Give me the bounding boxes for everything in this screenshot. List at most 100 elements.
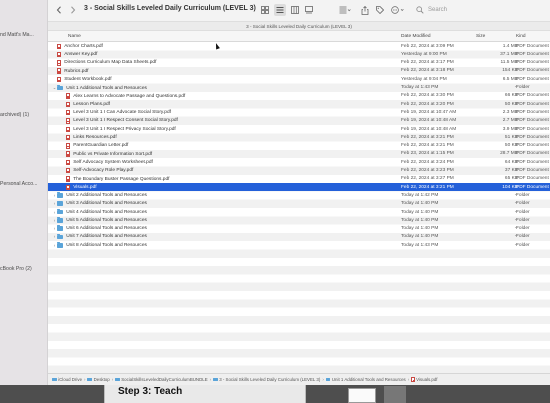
folder-row[interactable]: › Unit 6 Additional Tools and Resources To…: [48, 225, 550, 233]
breadcrumb-item[interactable]: Unit 1 Additional Tools and Resources: [325, 377, 406, 382]
icon-view-button[interactable]: [260, 4, 270, 16]
breadcrumb-label: 3 - Social Skills Leveled Daily Curricul…: [219, 377, 321, 382]
breadcrumb-item[interactable]: SocialSkillsLeveledDailyCurriculumBUNDLE: [115, 377, 208, 382]
folder-row[interactable]: ⌄ Unit 1 Additional Tools and Resources To…: [48, 83, 550, 91]
row-name: Self Advocacy System Worksheet.pdf: [61, 159, 153, 166]
row-label: Unit 1 Additional Tools and Resources: [66, 85, 147, 91]
column-size-header[interactable]: Size: [476, 34, 485, 39]
row-label: Level 3 Unit 1 I Can Advocate Social Sto…: [73, 110, 171, 116]
row-kind: PDF Document: [516, 143, 549, 149]
file-row[interactable]: Answer Key.pdf Yesterday at 9:00 PM 37.1 M…: [48, 50, 550, 58]
file-row[interactable]: Lesson Plans.pdf Feb 22, 2024 at 3:20 PM 5…: [48, 100, 550, 108]
row-name: › Unit 3 Additional Tools and Resources: [52, 200, 147, 206]
gallery-view-button[interactable]: [304, 4, 314, 16]
file-row[interactable]: Directions Curriculum Map Data Sheets.pd…: [48, 59, 550, 67]
breadcrumb-label: SocialSkillsLeveledDailyCurriculumBUNDLE: [121, 377, 208, 382]
pdf-file-icon: [66, 151, 71, 157]
file-row[interactable]: Student Workbook.pdf Yesterday at 9:04 PM…: [48, 75, 550, 83]
file-row[interactable]: Alex Learns to Advocate Passage and Ques…: [48, 92, 550, 100]
list-view-button[interactable]: [274, 4, 286, 16]
row-name: ⌄ Unit 1 Additional Tools and Resources: [52, 84, 147, 91]
file-row[interactable]: The Boundary Buster Passage Questions.pd…: [48, 175, 550, 183]
search-field[interactable]: Search: [416, 4, 544, 16]
row-size: --: [514, 217, 518, 223]
row-size: 50 KB: [504, 101, 518, 107]
file-row[interactable]: Rubrics.pdf Feb 22, 2024 at 3:18 PM 154 KB…: [48, 67, 550, 75]
row-date: Feb 22, 2024 at 3:23 PM: [401, 168, 454, 174]
sidebar-item-2[interactable]: Personal Acco...: [0, 181, 38, 187]
file-row[interactable]: Visuals.pdf Feb 22, 2024 at 3:21 PM 104 KB…: [48, 183, 550, 192]
row-date: Feb 22, 2024 at 3:21 PM: [401, 184, 454, 190]
file-row[interactable]: Anchor Charts.pdf Feb 22, 2024 at 3:09 PM…: [48, 42, 550, 50]
pdf-file-icon: [57, 51, 62, 58]
file-row[interactable]: ParentGuardian Letter.pdf Feb 22, 2024 at…: [48, 142, 550, 150]
breadcrumb-item[interactable]: 3 - Social Skills Leveled Daily Curricul…: [213, 377, 320, 382]
row-date: Today at 1:43 PM: [401, 242, 439, 248]
row-label: Visuals.pdf: [73, 184, 97, 190]
file-row[interactable]: Public vs Private Information Sort.pdf Fe…: [48, 150, 550, 158]
breadcrumb: iCloud Drive › Desktop › SocialSkillsLeveled…: [48, 373, 550, 385]
row-name: › Unit 4 Additional Tools and Resources: [52, 208, 147, 215]
row-date: Feb 22, 2024 at 3:21 PM: [401, 143, 454, 149]
folder-row[interactable]: › Unit 4 Additional Tools and Resources To…: [48, 208, 550, 216]
row-size: 37 KB: [504, 168, 518, 174]
row-kind: Folder: [516, 217, 530, 223]
file-row[interactable]: Level 3 Unit 1 I Can Advocate Social Sto…: [48, 108, 550, 116]
row-kind: Folder: [516, 209, 530, 215]
breadcrumb-label: Unit 1 Additional Tools and Resources: [331, 377, 406, 382]
pdf-file-icon: [66, 184, 71, 191]
folder-icon: [213, 377, 218, 382]
row-date: Today at 1:40 PM: [401, 234, 439, 240]
row-label: Unit 6 Additional Tools and Resources: [66, 226, 147, 232]
ellipsis-icon: [391, 6, 404, 14]
row-label: ParentGuardian Letter.pdf: [73, 143, 129, 149]
column-view-button[interactable]: [290, 4, 300, 16]
file-row[interactable]: Level 3 Unit 1 I Respect Consent Social …: [48, 117, 550, 125]
file-row[interactable]: Self Advocacy System Worksheet.pdf Feb 22…: [48, 158, 550, 166]
file-row[interactable]: Self-Advocacy Role Play.pdf Feb 22, 2024 …: [48, 166, 550, 174]
search-placeholder: Search: [428, 7, 448, 13]
breadcrumb-label: iCloud Drive: [58, 377, 83, 382]
file-row[interactable]: Links Resources.pdf Feb 22, 2024 at 3:21 …: [48, 133, 550, 141]
sidebar-item-1[interactable]: archived) (1): [0, 112, 29, 118]
row-size: --: [514, 201, 518, 207]
column-name-header[interactable]: Name: [68, 34, 81, 39]
row-label: Level 3 Unit 1 I Respect Consent Social …: [73, 118, 178, 124]
row-label: Lesson Plans.pdf: [73, 101, 110, 107]
breadcrumb-item[interactable]: iCloud Drive: [52, 377, 82, 382]
row-size: --: [514, 85, 518, 91]
pdf-file-icon: [57, 76, 62, 83]
row-label: Level 3 Unit 1 I Respect Privacy Social …: [73, 126, 176, 132]
chevron-left-icon: [56, 6, 61, 14]
folder-row[interactable]: › Unit 8 Additional Tools and Resources To…: [48, 241, 550, 249]
breadcrumb-item[interactable]: Desktop: [87, 377, 110, 382]
row-label: Answer Key.pdf: [64, 52, 98, 58]
folder-row[interactable]: › Unit 2 Additional Tools and Resources To…: [48, 191, 550, 199]
path-title-bar: 3 - Social Skills Leveled Daily Curricul…: [48, 21, 550, 31]
column-header: Name Date Modified Size Kind: [48, 31, 550, 42]
sidebar-item-3[interactable]: cBook Pro (2): [0, 266, 32, 272]
row-label: Anchor Charts.pdf: [64, 43, 103, 49]
column-kind-header[interactable]: Kind: [516, 34, 526, 39]
row-name: The Boundary Buster Passage Questions.pd…: [61, 176, 169, 182]
row-date: Feb 22, 2024 at 3:24 PM: [401, 159, 454, 165]
share-button[interactable]: [360, 4, 370, 16]
tag-button[interactable]: [375, 4, 385, 16]
breadcrumb-separator-icon: ›: [209, 377, 212, 382]
back-button[interactable]: [54, 4, 64, 16]
group-button[interactable]: [338, 4, 352, 16]
folder-row[interactable]: › Unit 7 Additional Tools and Resources To…: [48, 233, 550, 241]
folder-row[interactable]: › Unit 5 Additional Tools and Resources To…: [48, 216, 550, 224]
breadcrumb-item[interactable]: Visuals.pdf: [411, 377, 438, 382]
forward-button[interactable]: [68, 4, 78, 16]
background-thumbnail: [348, 388, 376, 403]
file-row[interactable]: Level 3 Unit 1 I Respect Privacy Social …: [48, 125, 550, 133]
more-actions-button[interactable]: [390, 4, 406, 16]
row-name: Visuals.pdf: [61, 184, 97, 191]
row-name: › Unit 7 Additional Tools and Resources: [52, 233, 147, 239]
sidebar-item-0[interactable]: nd Matt's Ma...: [0, 32, 34, 38]
pdf-file-icon: [66, 126, 71, 132]
row-kind: PDF Document: [516, 76, 549, 82]
column-date-header[interactable]: Date Modified: [401, 34, 431, 39]
folder-row[interactable]: › Unit 3 Additional Tools and Resources To…: [48, 200, 550, 208]
